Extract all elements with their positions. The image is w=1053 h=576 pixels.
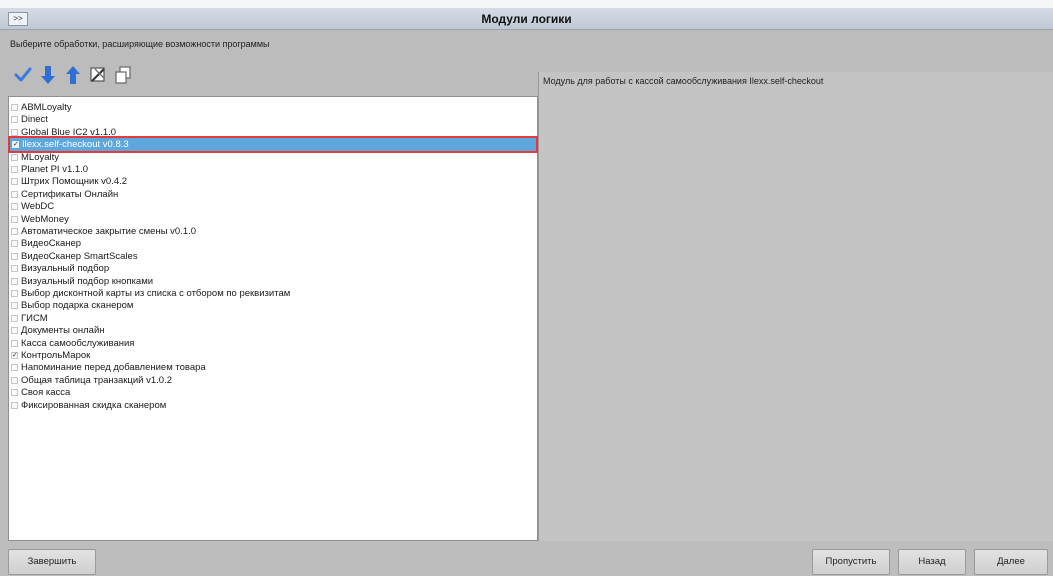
list-item[interactable]: ВидеоСканер <box>9 237 537 250</box>
list-item[interactable]: Planet PI v1.1.0 <box>9 163 537 176</box>
title-bar: Модули логики >> <box>0 8 1053 30</box>
description-panel: Модуль для работы с кассой самообслужива… <box>538 72 1053 541</box>
list-item[interactable]: Общая таблица транзакций v1.0.2 <box>9 374 537 387</box>
module-label: Касса самообслуживания <box>21 337 135 349</box>
module-checkbox[interactable] <box>11 240 18 248</box>
module-checkbox[interactable] <box>11 166 18 173</box>
module-checkbox[interactable] <box>11 364 18 372</box>
module-label: Dinect <box>21 114 48 126</box>
module-label: Визуальный подбор кнопками <box>21 275 154 287</box>
skip-button[interactable]: Пропустить <box>812 549 890 575</box>
module-checkbox[interactable] <box>11 302 18 310</box>
list-item[interactable]: ГИСМ <box>9 312 537 325</box>
module-label: Документы онлайн <box>21 325 105 337</box>
module-checkbox[interactable] <box>11 228 18 235</box>
module-checkbox[interactable] <box>11 376 18 384</box>
list-item[interactable]: Dinect <box>9 113 537 126</box>
module-checkbox[interactable] <box>11 252 18 260</box>
module-description: Модуль для работы с кассой самообслужива… <box>543 76 824 86</box>
module-label: Выбор подарка сканером <box>21 300 134 312</box>
module-label: Ilexx.self-checkout v0.8.3 <box>22 139 129 151</box>
module-label: ГИСМ <box>21 312 48 324</box>
page-subtitle: Выберите обработки, расширяющие возможно… <box>10 39 270 49</box>
module-checkbox[interactable] <box>11 215 18 223</box>
module-checkbox[interactable] <box>11 203 18 211</box>
module-label: КонтрольМарок <box>21 350 91 361</box>
settings-tools-icon[interactable] <box>87 64 109 86</box>
list-item[interactable]: Автоматическое закрытие смены v0.1.0 <box>9 225 537 238</box>
module-checkbox[interactable] <box>11 128 18 136</box>
list-item[interactable]: Сертификаты Онлайн <box>9 188 537 201</box>
list-item[interactable]: Своя касса <box>9 386 537 399</box>
list-item[interactable]: Global Blue IC2 v1.1.0 <box>9 126 537 139</box>
module-label: Штрих Помощник v0.4.2 <box>21 176 128 188</box>
list-item[interactable]: ВидеоСканер SmartScales <box>9 250 537 263</box>
module-label: Напоминание перед добавлением товара <box>21 362 206 374</box>
module-label: WebMoney <box>21 213 69 225</box>
list-item[interactable]: Фиксированная скидка сканером <box>9 399 537 412</box>
module-label: Автоматическое закрытие смены v0.1.0 <box>21 226 197 237</box>
module-checkbox[interactable] <box>11 153 18 161</box>
move-up-icon[interactable] <box>62 64 84 86</box>
module-checkbox[interactable] <box>11 190 18 198</box>
list-item-selected[interactable]: ✓ Ilexx.self-checkout v0.8.3 <box>8 136 538 154</box>
footer-bar: Завершить Пропустить Назад Далее <box>0 541 1053 576</box>
module-label: Global Blue IC2 v1.1.0 <box>21 126 117 138</box>
module-label: Сертификаты Онлайн <box>21 188 119 200</box>
module-label: WebDC <box>21 201 55 213</box>
module-label: Фиксированная скидка сканером <box>21 399 167 411</box>
module-checkbox[interactable] <box>11 265 18 273</box>
module-label: Planet PI v1.1.0 <box>21 164 89 175</box>
module-checkbox[interactable] <box>11 290 18 297</box>
list-item[interactable]: ✓ КонтрольМарок <box>9 349 537 362</box>
module-label: Своя касса <box>21 387 71 399</box>
module-list[interactable]: ABMLoyalty Dinect Global Blue IC2 v1.1.0 ✓ I… <box>8 96 538 541</box>
list-item[interactable]: MLoyalty <box>9 151 537 164</box>
module-checkbox[interactable] <box>11 327 18 335</box>
expand-button[interactable]: >> <box>8 12 28 26</box>
list-item[interactable]: Штрих Помощник v0.4.2 <box>9 175 537 188</box>
module-checkbox[interactable]: ✓ <box>11 352 18 359</box>
module-label: Общая таблица транзакций v1.0.2 <box>21 374 173 386</box>
module-checkbox[interactable]: ✓ <box>12 141 19 149</box>
list-item[interactable]: WebDC <box>9 200 537 213</box>
list-item[interactable]: Выбор подарка сканером <box>9 299 537 312</box>
module-checkbox[interactable] <box>11 116 18 124</box>
back-button[interactable]: Назад <box>898 549 966 575</box>
finish-button[interactable]: Завершить <box>8 549 96 575</box>
top-strip <box>0 0 1053 8</box>
module-label: MLoyalty <box>21 151 60 163</box>
list-item[interactable]: Документы онлайн <box>9 324 537 337</box>
module-checkbox[interactable] <box>11 277 18 285</box>
check-all-icon[interactable] <box>12 64 34 86</box>
list-item[interactable]: WebMoney <box>9 213 537 226</box>
list-item[interactable]: Визуальный подбор кнопками <box>9 275 537 288</box>
next-button[interactable]: Далее <box>974 549 1048 575</box>
window-title: Модули логики <box>481 12 572 26</box>
list-item[interactable]: Касса самообслуживания <box>9 337 537 350</box>
move-down-icon[interactable] <box>37 64 59 86</box>
list-item[interactable]: Визуальный подбор <box>9 262 537 275</box>
list-item[interactable]: ABMLoyalty <box>9 101 537 114</box>
module-toolbar <box>10 54 535 96</box>
module-checkbox[interactable] <box>11 178 18 186</box>
module-checkbox[interactable] <box>11 104 18 111</box>
module-label: ВидеоСканер SmartScales <box>21 250 138 262</box>
module-checkbox[interactable] <box>11 314 18 322</box>
module-checkbox[interactable] <box>11 389 18 397</box>
copy-icon[interactable] <box>112 64 134 86</box>
module-label: ABMLoyalty <box>21 102 72 113</box>
module-checkbox[interactable] <box>11 339 18 347</box>
list-item[interactable]: Напоминание перед добавлением товара <box>9 361 537 374</box>
module-label: Выбор дисконтной карты из списка с отбор… <box>21 288 291 299</box>
list-item[interactable]: Выбор дисконтной карты из списка с отбор… <box>9 287 537 300</box>
module-checkbox[interactable] <box>11 401 18 409</box>
module-label: ВидеоСканер <box>21 238 82 250</box>
module-label: Визуальный подбор <box>21 263 110 275</box>
